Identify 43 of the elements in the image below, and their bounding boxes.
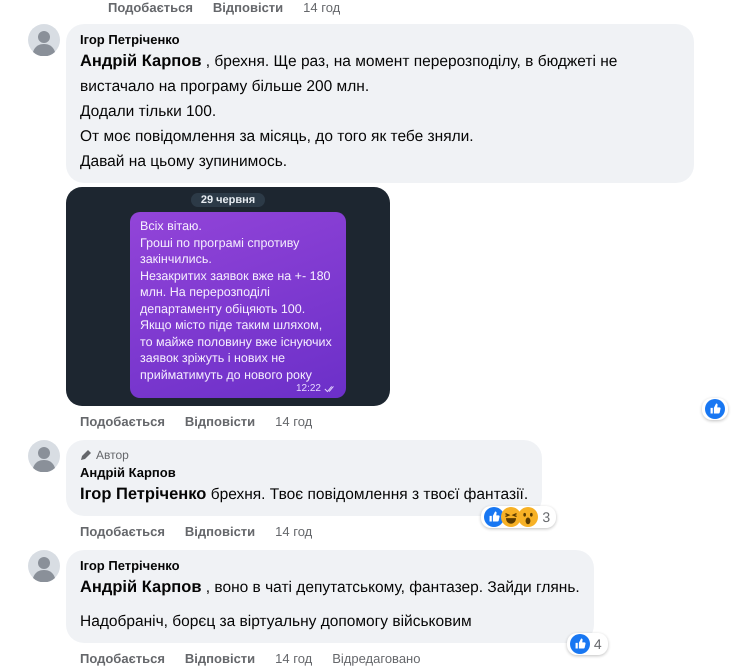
reply-link[interactable]: Відповісти [184,524,256,538]
comment-text: Андрій Карпов , воно в чаті депутатському, фантазер. Зайди глянь. [80,577,580,598]
reply-link[interactable]: Відповісти [184,650,256,666]
comment-text: Ігор Петріченко брехня. Твоє повідомлення з твоєї фантазії. [80,484,528,505]
comment-text: От моє повідомлення за місяць, до того як тебе зняли. [80,127,475,147]
comment-time[interactable]: 14 год [275,524,312,538]
avatar-icon[interactable] [28,24,60,56]
reply-link[interactable]: Відповісти [212,0,284,14]
message-time: 12:22 [296,383,321,394]
reaction-summary[interactable] [702,398,728,420]
thumbs-up-icon [484,507,504,527]
edited-label: Відредаговано [332,650,420,666]
comment-text: Надобраніч, борєц за віртуальну допомогу військовим [80,612,473,632]
laughing-face-icon [501,507,522,527]
comment-text: Додали тільки 100. [80,102,218,122]
like-link[interactable]: Подобається [80,524,165,538]
thumbs-up-icon [570,634,590,654]
reaction-summary[interactable]: 4 [566,633,608,655]
comment-text: Андрій Карпов , брехня. Ще раз, на момент перерозподілу, в бюджеті не вистачало на програму більше 200 млн. [80,51,618,97]
comment-text: Давай на цьому зупинимось. [80,152,288,172]
reaction-summary[interactable]: 3 [481,506,556,528]
message-text: Гроші по програмі спротиву закінчились. [140,234,300,268]
author-name[interactable]: Андрій Карпов [80,465,528,480]
comment-time[interactable]: 14 год [303,0,340,14]
author-label: Автор [96,448,129,462]
like-link[interactable]: Подобається [80,650,165,666]
date-label: 29 червня [190,193,266,207]
surprised-face-icon [518,507,538,527]
author-name[interactable]: Ігор Петріченко [80,558,580,573]
comment-time[interactable]: 14 год [275,414,312,428]
chat-screenshot[interactable] [66,187,390,406]
like-link[interactable]: Подобається [108,0,193,14]
author-name[interactable]: Ігор Петріченко [80,32,680,47]
avatar-icon[interactable] [28,550,60,582]
like-link[interactable]: Подобається [80,414,165,428]
comment-time[interactable]: 14 год [275,650,312,666]
message-text: Якщо місто піде таким шляхом, то майже половину вже існуючих заявок зріжуть і нових не прийматимуть до нового року [140,317,333,383]
message-text: Незакритих заявок вже на +- 180 млн. На перерозподілі департаменту обіцяють 100. [140,268,332,317]
thumbs-up-icon [705,399,725,419]
avatar-icon[interactable] [28,440,60,472]
reply-link[interactable]: Відповісти [184,414,256,428]
pen-icon [80,449,92,461]
message-text: Всіх вітаю. [140,218,203,234]
